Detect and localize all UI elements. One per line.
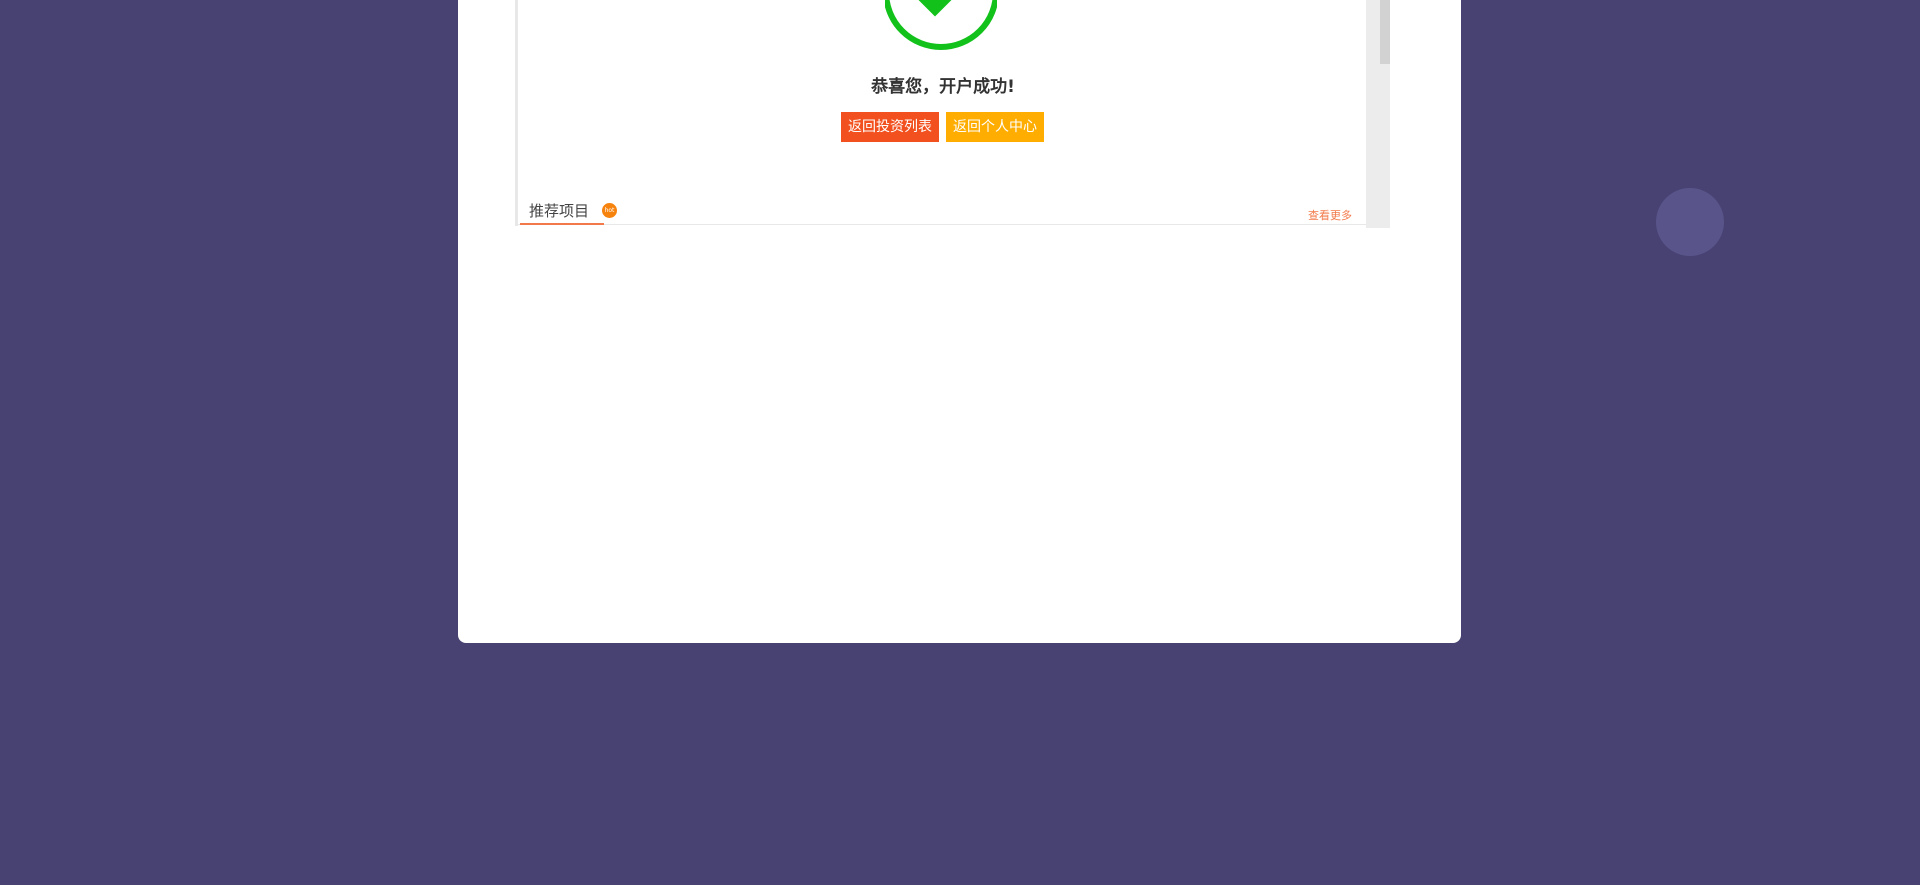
return-personal-center-button[interactable]: 返回个人中心 [946, 112, 1044, 142]
check-circle-icon [885, 0, 997, 50]
screenshot-scrollbar [1366, 0, 1390, 228]
return-invest-list-button[interactable]: 返回投资列表 [841, 112, 939, 142]
screenshot-left-border [515, 0, 518, 226]
embedded-screenshot: 恭喜您，开户成功! 返回投资列表 返回个人中心 推荐项目 hot 查看更多 [515, 0, 1390, 228]
success-message: 恭喜您，开户成功! [871, 77, 1015, 97]
recommend-section-title: 推荐项目 [529, 202, 590, 220]
floating-action-button[interactable] [1656, 188, 1724, 256]
screenshot-scrollbar-thumb [1380, 0, 1390, 64]
recommend-title-underline [520, 223, 604, 225]
hot-badge-icon: hot [602, 203, 617, 218]
recommend-divider [518, 224, 1366, 225]
view-more-link[interactable]: 查看更多 [1308, 207, 1352, 223]
content-card: 恭喜您，开户成功! 返回投资列表 返回个人中心 推荐项目 hot 查看更多 [458, 0, 1461, 643]
